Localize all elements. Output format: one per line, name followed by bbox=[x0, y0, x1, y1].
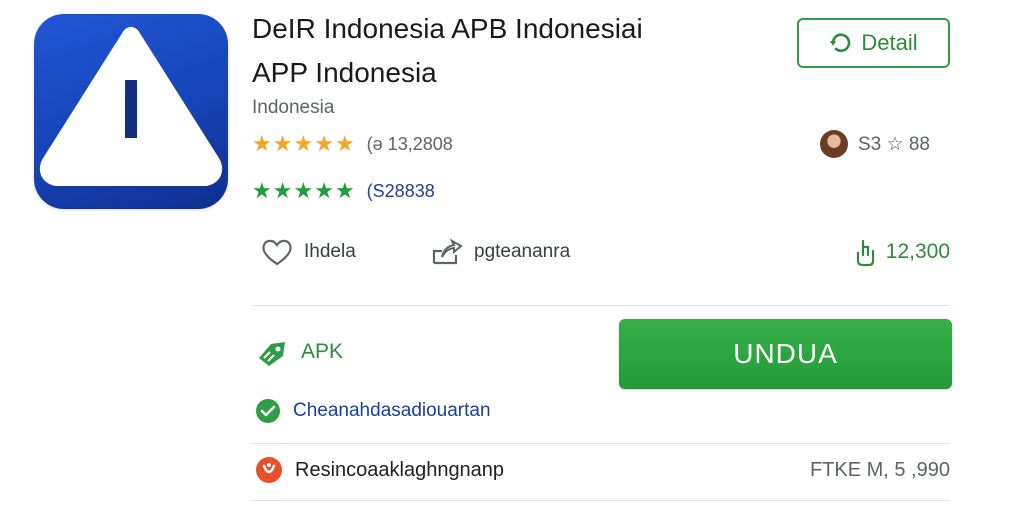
avatar bbox=[820, 130, 848, 158]
detail-button[interactable]: Detail bbox=[797, 18, 950, 68]
bottom-left: Resincoaaklaghngnanp bbox=[255, 456, 504, 484]
hand-icon bbox=[856, 239, 874, 267]
share-label: pgteananra bbox=[474, 241, 571, 262]
reviewer-text: S3 ☆ 88 bbox=[858, 133, 930, 155]
shield-check-icon bbox=[256, 399, 280, 423]
reviewer-summary[interactable]: S3 ☆ 88 bbox=[820, 130, 930, 158]
download-count-value: 12,300 bbox=[885, 240, 950, 263]
bottom-left-text: Resincoaaklaghngnanp bbox=[295, 458, 505, 481]
meta-row: Ihdela pgteananra 12,300 bbox=[260, 237, 950, 273]
star-icon: ★ bbox=[252, 131, 272, 156]
star-icon: ★ bbox=[314, 131, 334, 156]
heart-icon bbox=[262, 239, 292, 266]
wishlist-label: Ihdela bbox=[304, 241, 356, 262]
android-tag-icon bbox=[259, 342, 285, 366]
wishlist-item[interactable]: Ihdela bbox=[260, 237, 356, 267]
developer-name[interactable]: Indonesia bbox=[252, 97, 334, 119]
app-icon bbox=[34, 14, 228, 209]
refresh-arrow-icon bbox=[830, 33, 851, 53]
rating-count-secondary[interactable]: (S28838 bbox=[367, 181, 435, 202]
apk-tag: APK bbox=[255, 336, 343, 368]
star-icon: ★ bbox=[334, 131, 355, 156]
star-icon: ★ bbox=[334, 178, 355, 203]
bottom-right-text: FTKE M, 5 ,990 bbox=[809, 459, 950, 481]
star-icon: ★ bbox=[314, 178, 334, 203]
star-icon: ★ bbox=[252, 178, 272, 203]
app-title: DeIR Indonesia APB Indonesiai APP Indone… bbox=[252, 14, 772, 88]
app-title-line-1: DeIR Indonesia APB Indonesiai bbox=[252, 13, 643, 44]
rating-row-primary: ★ ★ ★ ★ ★ (ə 13,2808 bbox=[252, 133, 453, 155]
rating-count: (ə 13,2808 bbox=[366, 133, 453, 154]
app-title-line-2: APP Indonesia bbox=[252, 57, 437, 88]
star-rating: ★ ★ ★ ★ ★ bbox=[252, 133, 355, 155]
download-button-label: UNDUA bbox=[733, 338, 838, 369]
detail-button-label: Detail bbox=[861, 30, 918, 55]
warning-triangle-icon bbox=[39, 27, 223, 186]
download-count: 12,300 bbox=[854, 237, 950, 267]
divider bbox=[252, 443, 950, 444]
rating-row-secondary: ★ ★ ★ ★ ★ (S28838 bbox=[252, 180, 435, 202]
apk-label: APK bbox=[301, 340, 344, 363]
star-icon: ★ bbox=[272, 131, 293, 156]
share-item[interactable]: pgteananra bbox=[430, 237, 570, 267]
alert-badge-icon bbox=[256, 457, 282, 483]
verified-text: Cheanahdasadiouartan bbox=[293, 400, 491, 421]
share-icon bbox=[432, 238, 463, 265]
divider bbox=[252, 305, 950, 306]
divider bbox=[252, 500, 950, 501]
star-rating-green: ★ ★ ★ ★ ★ bbox=[252, 180, 355, 202]
star-icon: ★ bbox=[293, 131, 314, 156]
download-button[interactable]: UNDUA bbox=[619, 319, 952, 389]
star-icon: ★ bbox=[272, 178, 293, 203]
verified-row: Cheanahdasadiouartan bbox=[255, 398, 491, 424]
bottom-row[interactable]: Resincoaaklaghngnanp FTKE M, 5 ,990 bbox=[255, 456, 950, 490]
star-icon: ★ bbox=[293, 178, 314, 203]
